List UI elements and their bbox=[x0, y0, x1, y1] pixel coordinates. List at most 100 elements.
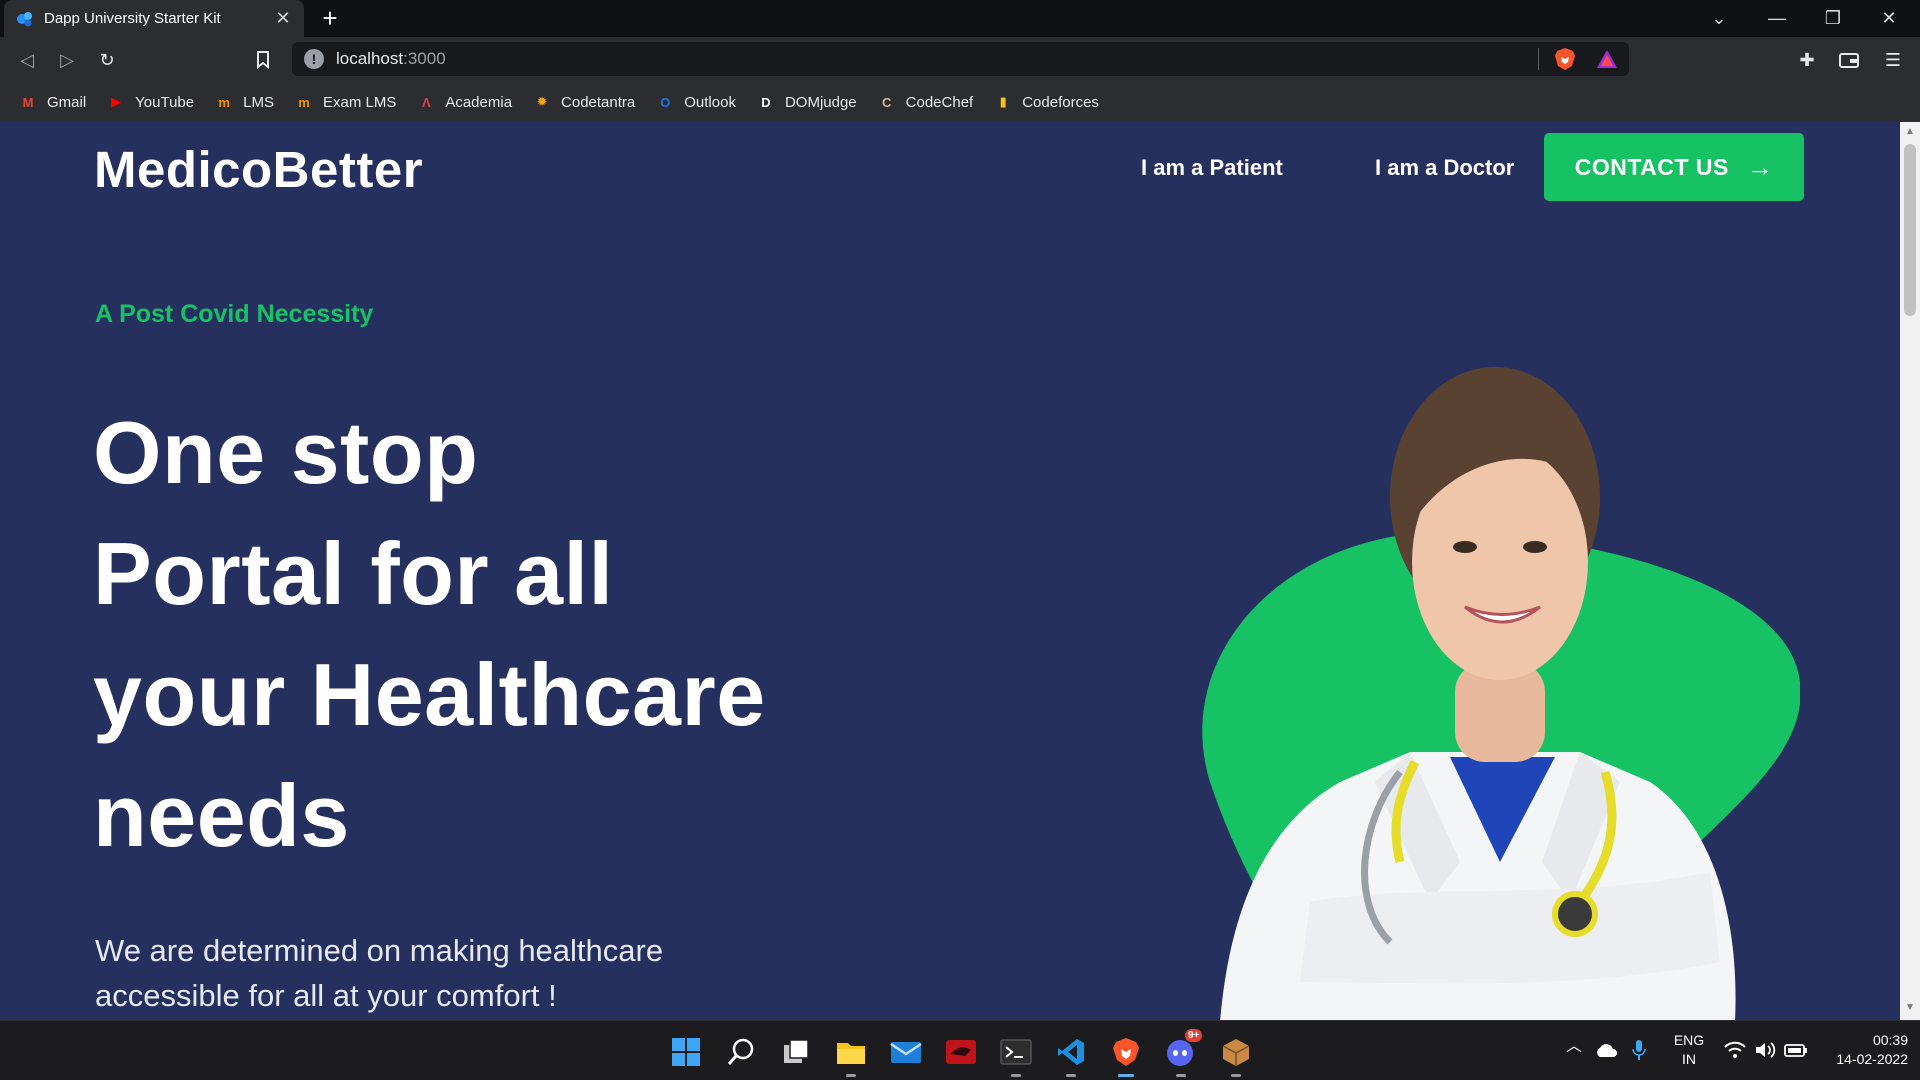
subtext-line: accessible for all at your comfort ! bbox=[95, 978, 557, 1013]
bookmark-label: Codetantra bbox=[561, 93, 636, 111]
bookmark-item[interactable]: m Exam LMS bbox=[294, 92, 396, 112]
reload-icon[interactable]: ↻ bbox=[92, 45, 122, 75]
bookmark-label: Gmail bbox=[47, 93, 87, 111]
tab-title: Dapp University Starter Kit bbox=[44, 10, 221, 27]
academia-icon: Λ bbox=[421, 94, 431, 110]
file-explorer-icon[interactable] bbox=[831, 1032, 871, 1077]
forward-icon[interactable]: ▷ bbox=[52, 45, 82, 75]
search-icon[interactable] bbox=[721, 1032, 761, 1072]
codetantra-icon: ✹ bbox=[536, 94, 548, 109]
hero-subtext: We are determined on making healthcare a… bbox=[95, 928, 795, 1018]
scroll-up-icon[interactable]: ▲ bbox=[1904, 126, 1916, 138]
region-code: IN bbox=[1682, 1051, 1696, 1067]
clock[interactable]: 00:39 14-02-2022 bbox=[1818, 1031, 1908, 1069]
bookmark-item[interactable]: ▶ YouTube bbox=[106, 92, 194, 112]
clock-time: 00:39 bbox=[1872, 1032, 1908, 1048]
package-icon[interactable] bbox=[1216, 1032, 1256, 1077]
bookmark-label: CodeChef bbox=[905, 93, 974, 111]
discord-badge: 9+ bbox=[1185, 1029, 1203, 1042]
site-info-icon[interactable]: ! bbox=[304, 49, 324, 69]
running-indicator bbox=[1176, 1074, 1186, 1077]
bookmark-item[interactable]: ✹ Codetantra bbox=[532, 92, 636, 112]
outlook-icon: O bbox=[660, 94, 671, 110]
menu-icon[interactable]: ☰ bbox=[1878, 45, 1908, 75]
youtube-icon: ▶ bbox=[111, 94, 122, 109]
clock-date: 14-02-2022 bbox=[1836, 1051, 1908, 1067]
arrow-right-icon: → bbox=[1746, 151, 1774, 182]
url-host: localhost bbox=[336, 49, 404, 68]
domjudge-icon: D bbox=[761, 94, 771, 110]
bookmarks-bar: M Gmail ▶ YouTube m LMS m Exam LMS Λ Academia ✹ Cod… bbox=[0, 82, 1920, 122]
brave-icon[interactable] bbox=[1106, 1032, 1146, 1077]
codechef-icon: C bbox=[881, 94, 892, 110]
wallet-icon[interactable] bbox=[1834, 45, 1864, 75]
bookmark-label: Codeforces bbox=[1022, 93, 1099, 111]
running-indicator bbox=[1066, 1074, 1076, 1077]
volume-icon[interactable] bbox=[1754, 1041, 1776, 1059]
bookmark-label: Academia bbox=[445, 93, 513, 111]
extensions-icon[interactable]: ✚ bbox=[1792, 45, 1822, 75]
new-tab-button[interactable]: + bbox=[316, 4, 344, 32]
bookmark-item[interactable]: O Outlook bbox=[655, 92, 736, 112]
taskbar: 9+ ︿ ENG IN 00:39 14-02-2022 bbox=[0, 1020, 1920, 1080]
bookmark-item[interactable]: ▮ Codeforces bbox=[993, 92, 1099, 112]
scrollbar-thumb[interactable] bbox=[1904, 144, 1916, 316]
tagline: A Post Covid Necessity bbox=[95, 300, 374, 328]
address-separator bbox=[1538, 48, 1539, 70]
bookmark-item[interactable]: m LMS bbox=[214, 92, 274, 112]
lms-icon: m bbox=[218, 94, 230, 110]
headline-line: your Healthcare bbox=[93, 645, 766, 744]
bookmark-label: Outlook bbox=[684, 93, 736, 111]
doctor-hero-image bbox=[1202, 367, 1800, 1020]
dapp-favicon-icon bbox=[17, 11, 32, 26]
restore-icon[interactable]: ❐ bbox=[1806, 0, 1860, 37]
discord-icon[interactable]: 9+ bbox=[1161, 1029, 1203, 1077]
running-indicator bbox=[1231, 1074, 1241, 1077]
scroll-down-icon[interactable]: ▼ bbox=[1904, 1002, 1916, 1014]
onedrive-cloud-icon[interactable] bbox=[1594, 1042, 1618, 1058]
gmail-icon: M bbox=[22, 94, 34, 110]
bookmark-item[interactable]: Λ Academia bbox=[416, 92, 512, 112]
app-red-icon[interactable] bbox=[941, 1032, 981, 1072]
url-text: localhost:3000 bbox=[336, 49, 446, 69]
site-logo[interactable]: MedicoBetter bbox=[94, 140, 423, 199]
headline-line: Portal for all bbox=[93, 524, 614, 623]
vscode-icon[interactable] bbox=[1051, 1032, 1091, 1077]
web-page: MedicoBetter I am a Patient I am a Docto… bbox=[0, 122, 1900, 1020]
bookmark-icon[interactable] bbox=[248, 45, 278, 75]
exam-lms-icon: m bbox=[298, 94, 310, 110]
terminal-icon[interactable] bbox=[996, 1032, 1036, 1077]
address-bar[interactable]: ! localhost:3000 bbox=[292, 42, 1629, 76]
running-indicator bbox=[1011, 1074, 1021, 1077]
mail-icon[interactable] bbox=[886, 1032, 926, 1072]
minimize-icon[interactable]: — bbox=[1750, 0, 1804, 37]
bookmark-item[interactable]: M Gmail bbox=[18, 92, 87, 112]
bookmark-item[interactable]: D DOMjudge bbox=[756, 92, 856, 112]
bookmark-label: YouTube bbox=[135, 93, 195, 111]
tab-close-icon[interactable]: ✕ bbox=[272, 8, 294, 29]
url-port: :3000 bbox=[403, 49, 446, 68]
tab-search-chevron-icon[interactable]: ⌄ bbox=[1692, 0, 1746, 37]
tray-overflow-chevron-icon[interactable]: ︿ bbox=[1566, 1037, 1582, 1056]
headline-line: needs bbox=[93, 766, 350, 865]
windows-start-icon[interactable] bbox=[666, 1032, 706, 1072]
headline-line: One stop bbox=[93, 403, 479, 502]
close-window-icon[interactable]: ✕ bbox=[1862, 0, 1916, 37]
nav-patient-link[interactable]: I am a Patient bbox=[1141, 155, 1283, 181]
nav-doctor-link[interactable]: I am a Doctor bbox=[1375, 155, 1514, 181]
language-indicator[interactable]: ENG IN bbox=[1672, 1031, 1706, 1069]
back-icon[interactable]: ◁ bbox=[12, 45, 42, 75]
toolbar: ◁ ▷ ↻ ! localhost:3000 ✚ ☰ bbox=[0, 37, 1920, 82]
page-scrollbar[interactable]: ▲ ▼ bbox=[1900, 122, 1920, 1020]
bookmark-item[interactable]: C CodeChef bbox=[877, 92, 974, 112]
browser-tab[interactable]: Dapp University Starter Kit ✕ bbox=[4, 0, 304, 37]
battery-icon[interactable] bbox=[1784, 1042, 1808, 1058]
wifi-icon[interactable] bbox=[1724, 1041, 1746, 1059]
brave-shield-icon[interactable] bbox=[1554, 47, 1576, 71]
contact-us-button[interactable]: CONTACT US → bbox=[1544, 133, 1804, 201]
codeforces-icon: ▮ bbox=[999, 94, 1007, 109]
microphone-icon[interactable] bbox=[1632, 1039, 1646, 1061]
brave-rewards-icon[interactable] bbox=[1596, 49, 1618, 69]
task-view-icon[interactable] bbox=[776, 1032, 816, 1072]
bookmark-label: Exam LMS bbox=[322, 93, 397, 111]
